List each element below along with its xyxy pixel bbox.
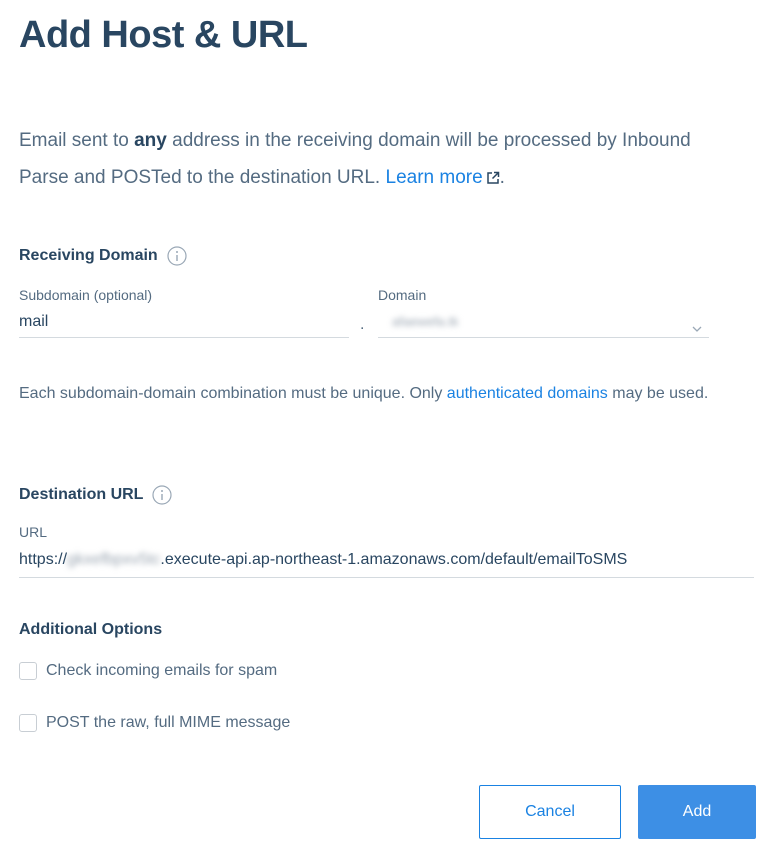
subdomain-label: Subdomain (optional): [19, 287, 153, 303]
add-button[interactable]: Add: [638, 785, 756, 839]
info-icon[interactable]: [152, 485, 173, 505]
external-link-icon: [486, 161, 500, 198]
chevron-down-icon: [691, 317, 703, 341]
spam-checkbox[interactable]: [19, 662, 37, 680]
url-prefix: https://: [19, 551, 68, 568]
spam-check-label: Check incoming emails for spam: [46, 662, 278, 679]
domain-separator: .: [360, 316, 365, 333]
receiving-domain-heading: Receiving Domain: [19, 246, 187, 266]
learn-more-label: Learn more: [385, 167, 483, 188]
subdomain-input[interactable]: mail: [19, 310, 349, 338]
destination-url-label: Destination URL: [19, 486, 144, 503]
domain-label: Domain: [378, 287, 427, 303]
url-hidden-part: gkxefbpxv5tc: [67, 551, 161, 568]
domain-select[interactable]: afaewefa.tk: [378, 310, 709, 338]
raw-mime-option[interactable]: POST the raw, full MIME message: [19, 714, 290, 732]
intro-text: Email sent to any address in the receivi…: [19, 122, 739, 198]
intro-part1: Email sent to: [19, 130, 135, 151]
cancel-button[interactable]: Cancel: [479, 785, 621, 839]
url-label: URL: [19, 524, 48, 540]
dialog-title: Add Host & URL: [19, 14, 308, 56]
authenticated-domains-link[interactable]: authenticated domains: [447, 385, 608, 402]
intro-bold: any: [134, 130, 167, 151]
domain-value: afaewefa.tk: [392, 314, 459, 329]
help-part2: may be used.: [607, 385, 709, 402]
intro-end: .: [499, 167, 505, 188]
uniqueness-help-text: Each subdomain-domain combination must b…: [19, 380, 749, 408]
destination-url-heading: Destination URL: [19, 485, 173, 505]
url-suffix: .execute-api.ap-northeast-1.amazonaws.co…: [160, 551, 628, 568]
receiving-domain-label: Receiving Domain: [19, 247, 158, 264]
raw-mime-label: POST the raw, full MIME message: [46, 714, 291, 731]
subdomain-value: mail: [19, 313, 49, 330]
info-icon[interactable]: [167, 246, 187, 266]
url-input[interactable]: https://gkxefbpxv5tc.execute-api.ap-nort…: [19, 548, 754, 578]
help-part1: Each subdomain-domain combination must b…: [19, 385, 447, 402]
additional-options-heading: Additional Options: [19, 621, 162, 639]
raw-mime-checkbox[interactable]: [19, 714, 37, 732]
additional-options-label: Additional Options: [19, 621, 163, 638]
learn-more-link[interactable]: Learn more: [386, 167, 500, 188]
spam-check-option[interactable]: Check incoming emails for spam: [19, 662, 277, 680]
